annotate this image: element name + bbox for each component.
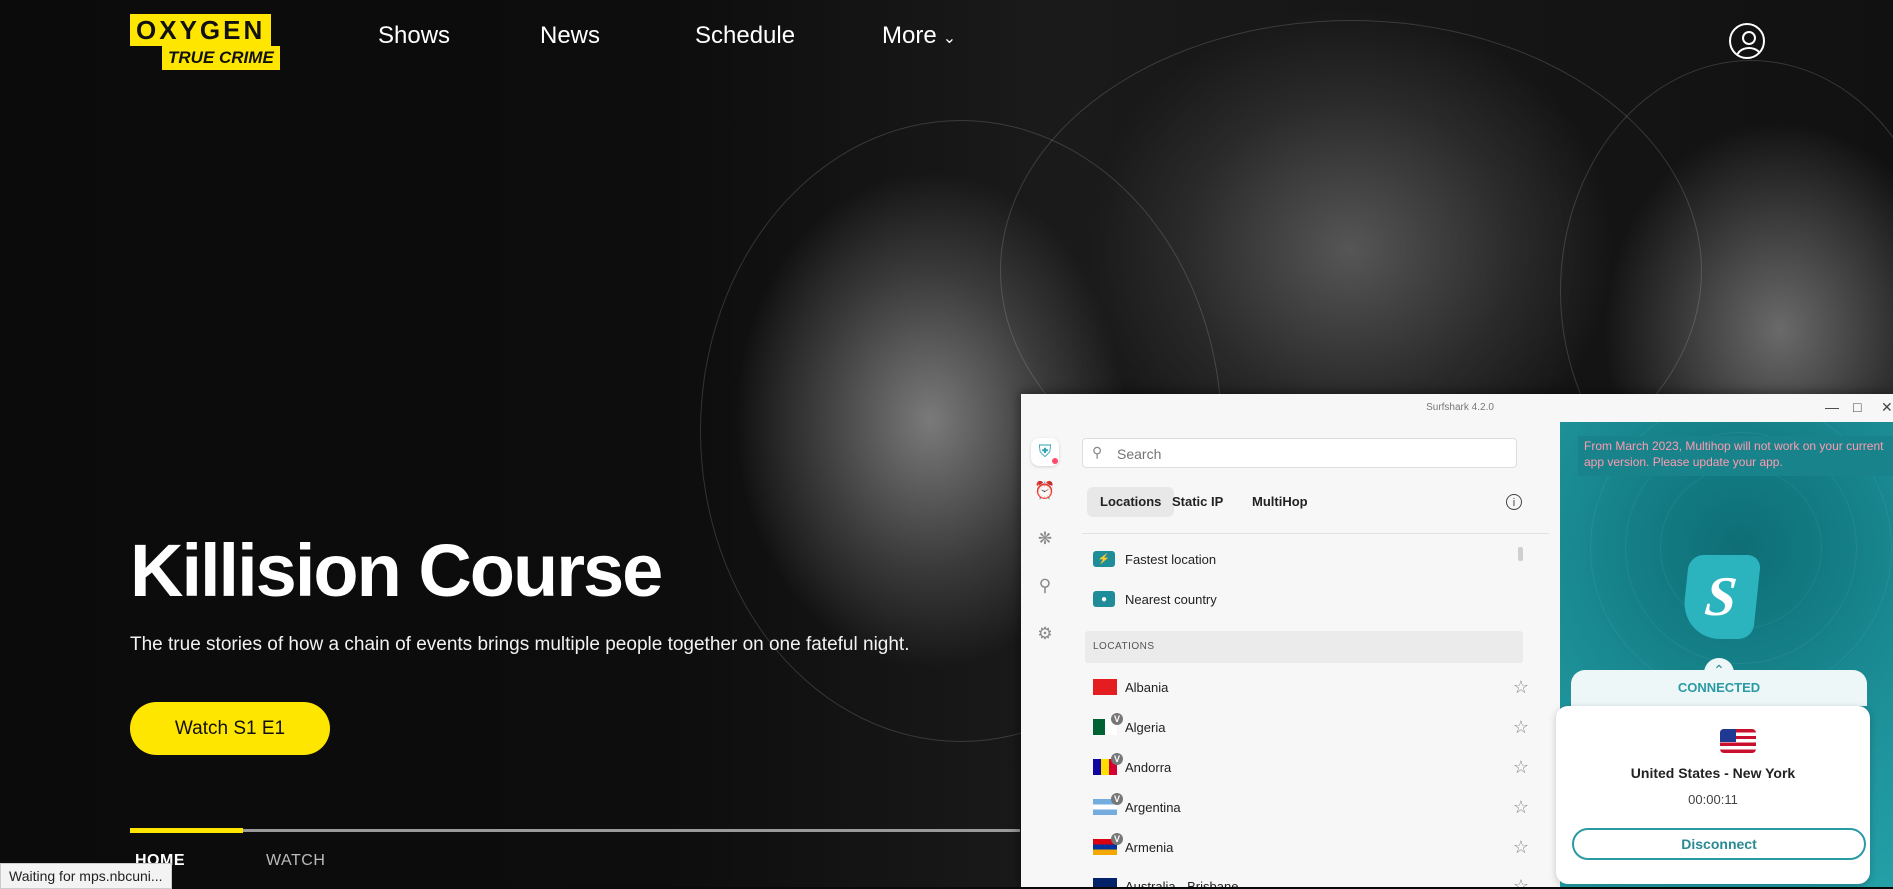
algeria-flag-icon: V (1093, 713, 1123, 735)
alert-icon[interactable]: ⏰ (1031, 477, 1059, 505)
virtual-badge-icon: V (1111, 713, 1123, 725)
andorra-flag-icon: V (1093, 753, 1123, 775)
virtual-badge-icon: V (1111, 753, 1123, 765)
favorite-star-icon[interactable]: ☆ (1513, 876, 1529, 888)
nav-schedule[interactable]: Schedule (695, 22, 795, 50)
chevron-down-icon: ⌄ (942, 30, 957, 47)
virtual-badge-icon: V (1111, 793, 1123, 805)
nearest-country-item[interactable]: ● Nearest country (1093, 589, 1217, 609)
tab-static-ip[interactable]: Static IP (1159, 487, 1236, 517)
scrollbar-thumb[interactable] (1518, 547, 1523, 561)
search-input[interactable] (1115, 441, 1499, 467)
tab-watch[interactable]: WATCH (266, 852, 325, 870)
country-name: Argentina (1125, 799, 1181, 815)
country-row[interactable]: V Andorra ☆ (1093, 753, 1529, 781)
chevron-up-icon[interactable]: ⌃ (1704, 658, 1734, 682)
argentina-flag-icon: V (1093, 793, 1123, 815)
country-name: Algeria (1125, 719, 1166, 735)
country-row[interactable]: V Armenia ☆ (1093, 833, 1529, 861)
country-name: Australia - Brisbane (1125, 878, 1239, 888)
nav-shows[interactable]: Shows (378, 22, 450, 50)
favorite-star-icon[interactable]: ☆ (1513, 837, 1529, 858)
tab-multihop[interactable]: MultiHop (1239, 487, 1321, 517)
multihop-warning: From March 2023, Multihop will not work … (1578, 436, 1893, 476)
pin-icon: ● (1093, 591, 1115, 607)
country-name: Andorra (1125, 759, 1172, 775)
vpn-sidebar: ⛨ ⏰ ❋ ⚲ ⚙ (1021, 422, 1069, 887)
search-box[interactable]: ⚲ (1082, 438, 1517, 468)
divider (1082, 533, 1549, 534)
connected-location: United States - New York (1630, 765, 1796, 781)
favorite-star-icon[interactable]: ☆ (1513, 717, 1529, 738)
armenia-flag-icon: V (1093, 833, 1123, 855)
tab-track (130, 829, 1020, 832)
close-icon[interactable]: ✕ (1881, 399, 1893, 416)
watch-episode-button[interactable]: Watch S1 E1 (130, 702, 330, 755)
us-flag-icon (1720, 729, 1756, 753)
disconnect-button[interactable]: Disconnect (1572, 828, 1866, 860)
connected-status: CONNECTED (1677, 680, 1761, 695)
tab-active-indicator (130, 828, 243, 833)
favorite-star-icon[interactable]: ☆ (1513, 797, 1529, 818)
gear-icon[interactable]: ⚙ (1031, 620, 1059, 648)
minimize-icon[interactable]: — (1825, 399, 1839, 415)
connection-timer: 00:00:11 (1688, 792, 1738, 807)
vpn-window-title: Surfshark 4.2.0 (1426, 402, 1494, 413)
bug-icon[interactable]: ❋ (1031, 525, 1059, 553)
locations-section-header: LOCATIONS (1085, 631, 1523, 663)
favorite-star-icon[interactable]: ☆ (1513, 757, 1529, 778)
vpn-titlebar[interactable]: Surfshark 4.2.0 — □ ✕ (1021, 394, 1893, 422)
nav-news[interactable]: News (540, 22, 600, 50)
country-row[interactable]: Albania ☆ (1093, 673, 1529, 701)
surfshark-logo-icon: S (1680, 555, 1762, 639)
country-row[interactable]: Australia - Brisbane ☆ (1093, 872, 1529, 887)
search-icon: ⚲ (1092, 444, 1103, 460)
logo-bottom-text: TRUE CRIME (162, 46, 280, 70)
notification-dot (1052, 458, 1058, 464)
fastest-location-item[interactable]: ⚡ Fastest location (1093, 549, 1216, 569)
connection-card: United States - New York 00:00:11 Discon… (1556, 706, 1870, 884)
info-icon[interactable]: i (1506, 494, 1522, 510)
show-title: Killision Course (130, 529, 663, 612)
logo-top-text: OXYGEN (130, 14, 272, 46)
favorite-star-icon[interactable]: ☆ (1513, 677, 1529, 698)
fastest-location-label: Fastest location (1125, 551, 1217, 567)
vpn-window: Surfshark 4.2.0 — □ ✕ ⛨ ⏰ ❋ ⚲ ⚙ ⚲ Locati… (1021, 394, 1893, 887)
nearest-country-label: Nearest country (1125, 591, 1217, 607)
account-icon[interactable] (1729, 23, 1765, 59)
nav-more[interactable]: More ⌄ (882, 22, 956, 50)
albania-flag-icon (1093, 679, 1117, 695)
browser-status-bar: Waiting for mps.nbcuni... (0, 863, 172, 889)
virtual-badge-icon: V (1111, 833, 1123, 845)
country-name: Albania (1125, 679, 1169, 695)
show-description: The true stories of how a chain of event… (130, 634, 910, 655)
country-name: Armenia (1125, 839, 1174, 855)
site-logo[interactable]: OXYGEN TRUE CRIME (130, 14, 280, 70)
country-row[interactable]: V Algeria ☆ (1093, 713, 1529, 741)
search-zoom-icon[interactable]: ⚲ (1031, 572, 1059, 600)
us-flag-canton (1720, 729, 1736, 742)
maximize-icon[interactable]: □ (1853, 399, 1861, 415)
account-icon-head (1742, 31, 1756, 45)
nav-more-label: More (882, 22, 937, 49)
country-row[interactable]: V Argentina ☆ (1093, 793, 1529, 821)
connection-status-tab[interactable]: ⌃ CONNECTED (1571, 658, 1867, 706)
australia-flag-icon (1093, 878, 1117, 887)
lightning-icon: ⚡ (1093, 551, 1115, 567)
